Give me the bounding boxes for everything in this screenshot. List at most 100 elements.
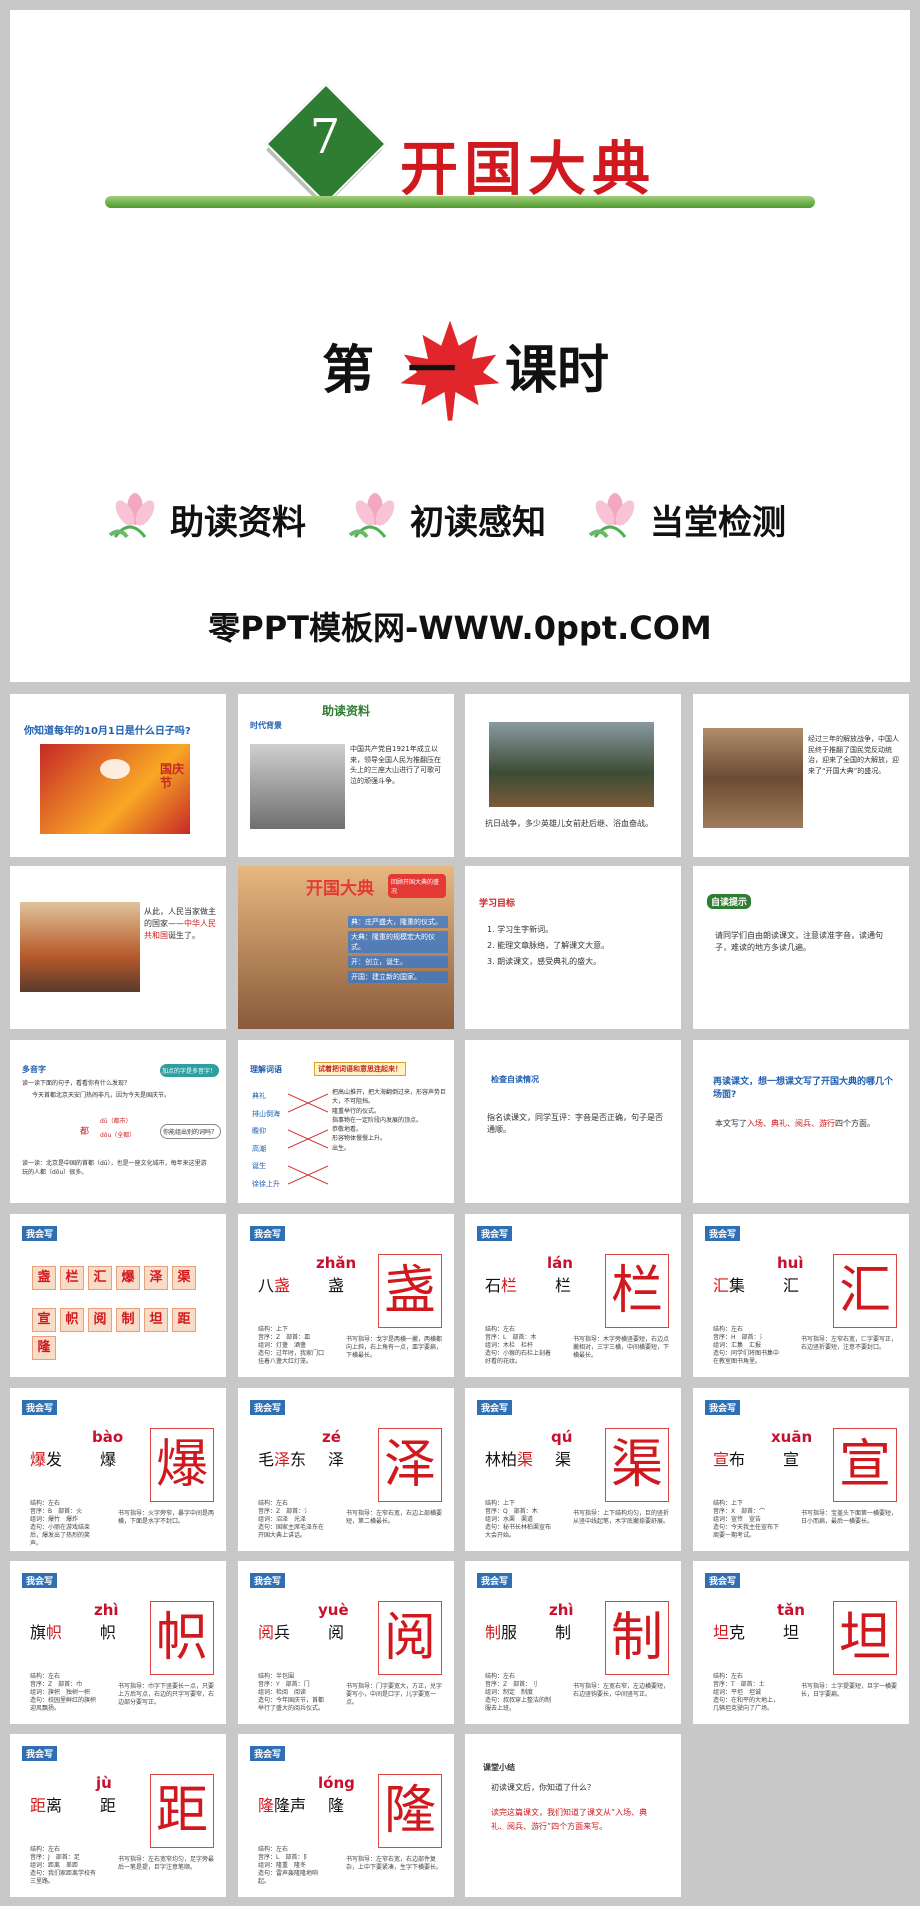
example-word: 旗帜 bbox=[30, 1623, 63, 1642]
pinyin-label: yuè bbox=[318, 1601, 349, 1619]
writing-tip: 书写指导：火字旁窄，暴字中间是两横，下面是水字不封口。 bbox=[118, 1510, 215, 1526]
char-details: 结构：左右 音序：J 部首：足 组词：距离 差距 造句：我们家距离学校有三里路。 bbox=[30, 1846, 97, 1886]
char-card-xuan: 我会写 xuān 宣布 宣 宣 结构：上下 音序：X 部首：宀 组词：宣传 宣告 造句… bbox=[693, 1388, 909, 1551]
slide-header: 助读资料 bbox=[321, 704, 370, 718]
writing-tip: 书写指导：左窄右宽，匚字要写正，右边竖折要短，注意不要封口。 bbox=[801, 1336, 898, 1352]
large-char: 汇 bbox=[838, 1261, 891, 1321]
single-char: 阅 bbox=[328, 1623, 345, 1642]
writing-tip: 书写指导：戈字是两横一撇，两横都向上斜，右上角有一点，皿字要扁，下横最长。 bbox=[346, 1336, 443, 1360]
char-details: 结构：左右 音序：H 部首：氵 组词：汇集 汇报 造句：同学们将图书集中在教室图书角里… bbox=[713, 1326, 780, 1366]
lesson-number-badge: 7 bbox=[265, 83, 387, 208]
slide-tag: 我会写 bbox=[705, 1400, 741, 1415]
char-details: 结构：左右 音序：B 部首：火 组词：爆竹 爆炸 造句：小丽在游戏结束后，爆发出了热烈… bbox=[30, 1500, 91, 1548]
goal-item: 3. 朗读课文，感受典礼的盛大。 bbox=[487, 957, 602, 966]
slide-caption: 抗日战争，多少英雄儿女前赴后继、浴血奋战。 bbox=[485, 819, 653, 828]
slide-kaiguo-dadian: 开国大典 回顾开国大典的盛况 典：庄严盛大，隆重的仪式。 大典：隆重的规模宏大的… bbox=[238, 866, 454, 1029]
example-word: 阅兵 bbox=[258, 1623, 291, 1642]
slide-intro: 读一读下面的句子，看看你有什么发现？ bbox=[22, 1080, 131, 1087]
red-boat-photo bbox=[250, 744, 345, 829]
single-char: 栏 bbox=[555, 1276, 572, 1295]
title-slide: 7 开国大典 第 一 课时 助读资料 初读感知 当堂检测 零PPT模板网-WWW… bbox=[10, 10, 910, 682]
slide-scenes: 再读课文，想一想课文写了开国大典的哪几个场面? 本文写了入场、典礼、阅兵、游行四… bbox=[693, 1040, 909, 1203]
tian-grid-box: 爆 bbox=[150, 1428, 214, 1502]
slide-tag: 我会写 bbox=[477, 1226, 513, 1241]
char-card-zhi-make: 我会写 zhì 制服 制 制 结构：左右 音序：Z 部首：刂 组词：制定 制度 造句：… bbox=[465, 1561, 681, 1724]
lesson-num-word: 一 bbox=[408, 342, 457, 398]
slide-liberation: 经过三年的解放战争，中国人民终于推翻了国民党反动统治，迎来了全国的大解放，迎来了… bbox=[693, 694, 909, 857]
large-char: 泽 bbox=[383, 1435, 436, 1495]
char-tile: 距 bbox=[172, 1308, 196, 1332]
char-details: 结构：半包围 音序：Y 部首：门 组词：检阅 阅读 造句：今年国庆节，首都举行了盛大的… bbox=[258, 1673, 325, 1713]
slide-tag: 我会写 bbox=[250, 1226, 286, 1241]
char-card-tan: 我会写 tǎn 坦克 坦 坦 结构：左右 音序：T 部首：土 组词：平坦 坦诚 造句：… bbox=[693, 1561, 909, 1724]
polyphone-char: 都 bbox=[80, 1127, 90, 1137]
large-char: 宣 bbox=[838, 1435, 891, 1495]
char-tile: 泽 bbox=[144, 1266, 168, 1290]
slide-tag: 我会写 bbox=[22, 1573, 58, 1588]
single-char: 渠 bbox=[555, 1450, 572, 1469]
slide-tag: 多音字 bbox=[22, 1065, 46, 1074]
char-tile: 坦 bbox=[144, 1308, 168, 1332]
slide-tag: 理解词语 bbox=[250, 1065, 282, 1074]
large-char: 栏 bbox=[610, 1261, 663, 1321]
pinyin-label: xuān bbox=[771, 1428, 813, 1446]
char-details: 结构：上下 音序：X 部首：宀 组词：宣传 宣告 造句：今天我主任宣布下周要一期考试。 bbox=[713, 1500, 780, 1540]
reading-option: dū（都市） bbox=[100, 1118, 132, 1125]
slide-tag: 课堂小结 bbox=[483, 1763, 515, 1772]
single-char: 隆 bbox=[328, 1796, 345, 1815]
char-details: 结构：上下 音序：Q 部首：木 组词：水渠 渠道 造句：秘书长林柏渠宣布大会开始。 bbox=[485, 1500, 552, 1540]
large-char: 坦 bbox=[838, 1608, 891, 1668]
char-card-ze: 我会写 zé 毛泽东 泽 泽 结构：左右 音序：Z 部首：氵 组词：沼泽 光泽 造句：… bbox=[238, 1388, 454, 1551]
slide-text: 中国共产党自1921年成立以来，领导全国人民为推翻压在头上的三座大山进行了可歌可… bbox=[350, 745, 441, 785]
slide-tag: 我会写 bbox=[22, 1226, 58, 1241]
char-card-yue: 我会写 yuè 阅兵 阅 阅 结构：半包围 音序：Y 部首：门 组词：检阅 阅读 造句… bbox=[238, 1561, 454, 1724]
slide-text: 请同学们自由朗读课文，注意读准字音，读通句子，难读的地方多读几遍。 bbox=[715, 931, 883, 952]
char-tile: 阅 bbox=[88, 1308, 112, 1332]
single-char: 坦 bbox=[783, 1623, 800, 1642]
tian-grid-box: 渠 bbox=[605, 1428, 669, 1502]
matching-lines bbox=[288, 1093, 328, 1185]
char-details: 结构：左右 音序：L 部首：阝 组词：隆重 隆冬 造句：雷声轰隆隆地响起。 bbox=[258, 1846, 319, 1886]
vocab-word: 徐徐上升 bbox=[252, 1179, 280, 1188]
slide-tag: 我会写 bbox=[250, 1746, 286, 1761]
vocab-meaning: 指事物在一定阶段内发展的顶点。 bbox=[332, 1116, 423, 1124]
tian-grid-box: 制 bbox=[605, 1601, 669, 1675]
vocab-word: 诞生 bbox=[252, 1162, 266, 1170]
example-word: 石栏 bbox=[485, 1276, 518, 1295]
pinyin-label: qú bbox=[551, 1428, 573, 1446]
example-word: 距离 bbox=[30, 1796, 63, 1815]
tian-grid-box: 坦 bbox=[833, 1601, 897, 1675]
slide-tag: 自读提示 bbox=[707, 894, 752, 909]
answer-prefix: 本文写了 bbox=[715, 1119, 747, 1128]
ceremony-photo bbox=[20, 902, 140, 992]
example-word: 制服 bbox=[485, 1623, 518, 1642]
single-char: 宣 bbox=[783, 1450, 800, 1469]
char-details: 结构：左右 音序：Z 部首：巾 组词：旗帜 独树一帜 造句：校园里鲜红的旗帜迎风飘扬。 bbox=[30, 1673, 97, 1713]
char-card-bao: 我会写 bào 爆发 爆 爆 结构：左右 音序：B 部首：火 组词：爆竹 爆炸 造句：… bbox=[10, 1388, 226, 1551]
pinyin-label: huì bbox=[777, 1254, 804, 1272]
pinyin-label: bào bbox=[92, 1428, 124, 1446]
slide-tag: 我会写 bbox=[250, 1573, 286, 1588]
example-word: 汇集 bbox=[713, 1276, 746, 1295]
writing-tip: 书写指导：门字要宽大，方正，兑字要写小，中间是口字，儿字要宽一点。 bbox=[346, 1683, 443, 1707]
slide-text-2: 诞生了。 bbox=[168, 931, 200, 940]
definition-item: 大典：隆重的规模宏大的仪式。 bbox=[348, 931, 448, 953]
slide-prc-founded: 从此，人民当家做主的国家——中华人民共和国诞生了。 bbox=[10, 866, 226, 1029]
writing-tip: 书写指导：土字提要短，旦字一横要长，日字要扁。 bbox=[801, 1683, 898, 1699]
example-word: 宣布 bbox=[713, 1450, 746, 1469]
tian-grid-box: 宣 bbox=[833, 1428, 897, 1502]
char-card-ju: 我会写 jù 距离 距 距 结构：左右 音序：J 部首：足 组词：距离 差距 造句：我… bbox=[10, 1734, 226, 1897]
large-char: 制 bbox=[610, 1608, 663, 1668]
example-word: 坦克 bbox=[713, 1623, 746, 1642]
vocab-word: 典礼 bbox=[252, 1092, 266, 1100]
writing-tip: 书写指导：宝盖头下面第一横要短，日小而扁，最后一横要长。 bbox=[801, 1510, 898, 1526]
summary-question: 初读课文后，你知道了什么？ bbox=[491, 1783, 595, 1792]
char-card-lan: 我会写 lán 石栏 栏 栏 结构：左右 音序：L 部首：木 组词：木栏 栏杆 造句：… bbox=[465, 1214, 681, 1377]
answer-suffix: 四个方面。 bbox=[835, 1119, 875, 1128]
example-sentence: 今天首都北京天安门热闹非凡，因为今天是国庆节。 bbox=[32, 1092, 171, 1099]
slide-header: 试着把词语和意思连起来！ bbox=[314, 1062, 406, 1076]
reading-option: dōu（全都） bbox=[100, 1132, 136, 1139]
slide-tag: 我会写 bbox=[705, 1226, 741, 1241]
vocab-word: 排山倒海 bbox=[252, 1109, 280, 1118]
tian-grid-box: 距 bbox=[150, 1774, 214, 1848]
